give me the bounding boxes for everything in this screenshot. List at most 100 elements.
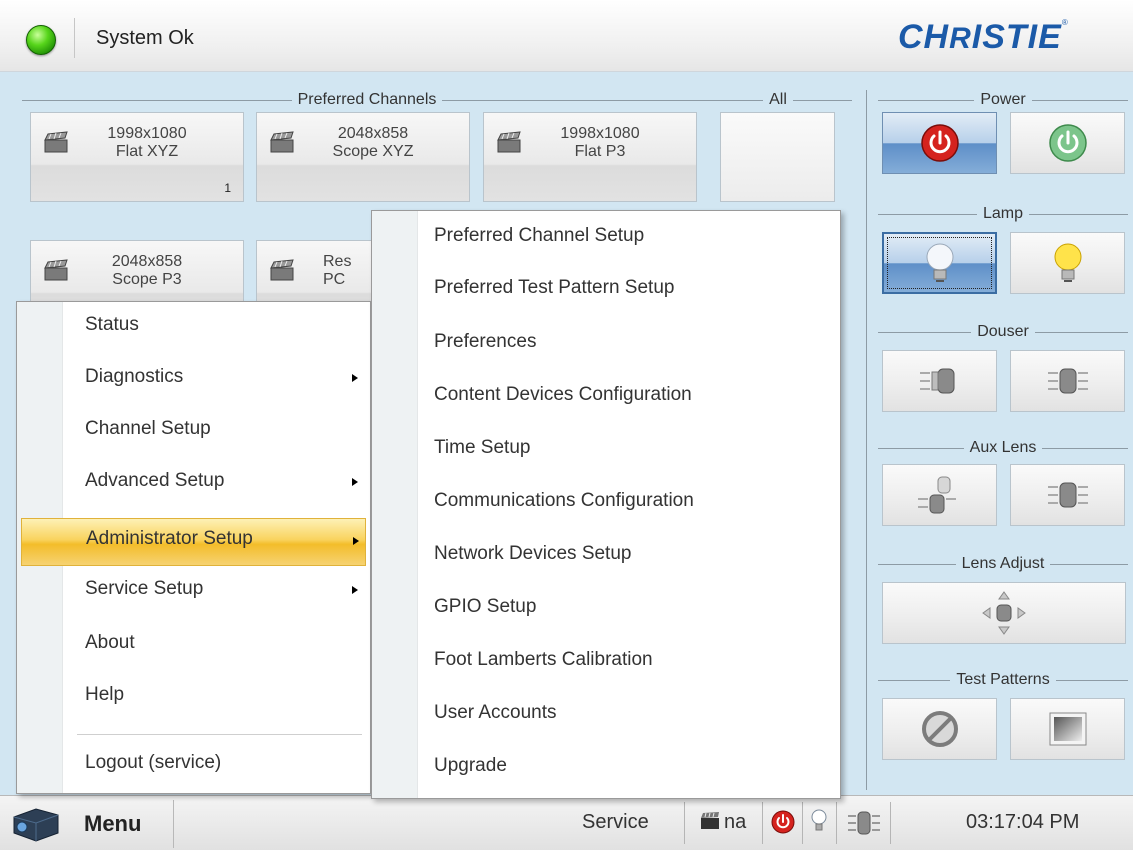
submenu-item-label: Communications Configuration: [434, 490, 694, 511]
menu-item-about[interactable]: About: [21, 620, 366, 668]
menu-label: Menu: [84, 811, 142, 836]
all-channels-tile[interactable]: [720, 112, 835, 202]
clapperboard-icon: [44, 259, 68, 281]
submenu-item-foot-lamberts-calibration[interactable]: Foot Lamberts Calibration: [376, 635, 836, 687]
channel-format: Flat XYZ: [115, 143, 179, 160]
douser-title: Douser: [878, 322, 1128, 342]
menu-item-label: Logout (service): [85, 752, 222, 773]
submenu-item-label: Upgrade: [434, 755, 507, 776]
submenu-item-gpio-setup[interactable]: GPIO Setup: [376, 582, 836, 634]
submenu-item-preferred-test-pattern-setup[interactable]: Preferred Test Pattern Setup: [376, 263, 836, 315]
administrator-setup-submenu: Preferred Channel Setup Preferred Test P…: [371, 210, 841, 799]
menu-item-label: About: [85, 632, 135, 653]
lens-adjust-icon: [982, 591, 1026, 635]
power-title: Power: [878, 90, 1128, 110]
menu-item-channel-setup[interactable]: Channel Setup: [21, 406, 366, 454]
submenu-item-upgrade[interactable]: Upgrade: [376, 741, 836, 793]
submenu-arrow-icon: [352, 374, 358, 382]
submenu-item-time-setup[interactable]: Time Setup: [376, 423, 836, 475]
clapperboard-icon: [270, 259, 294, 281]
test-pattern-off-icon: [921, 711, 958, 747]
menu-item-diagnostics[interactable]: Diagnostics: [21, 354, 366, 402]
menu-button[interactable]: Menu: [2, 800, 174, 848]
green-led-icon: [26, 25, 56, 55]
power-off-button[interactable]: [882, 112, 997, 174]
divider: [836, 802, 837, 844]
channel-tile-1[interactable]: 1998x1080 Flat XYZ 1: [30, 112, 244, 202]
menu-item-label: Service Setup: [85, 578, 204, 599]
submenu-item-network-devices-setup[interactable]: Network Devices Setup: [376, 529, 836, 581]
main-menu: Status Diagnostics Channel Setup Advance…: [16, 301, 371, 794]
divider: [762, 802, 763, 844]
lamp-off-button[interactable]: [882, 232, 997, 294]
menu-item-label: Administrator Setup: [86, 528, 253, 549]
submenu-item-label: GPIO Setup: [434, 596, 537, 617]
menu-item-logout[interactable]: Logout (service): [21, 740, 366, 788]
submenu-item-label: Network Devices Setup: [434, 543, 632, 564]
menu-item-administrator-setup[interactable]: Administrator Setup: [21, 518, 366, 566]
channel-resolution: Res: [323, 253, 352, 270]
all-channels-title: All: [704, 90, 852, 110]
channel-resolution: 1998x1080: [560, 125, 640, 142]
test-pattern-on-icon: [1049, 712, 1086, 746]
clapperboard-icon: [701, 812, 719, 829]
menu-item-status[interactable]: Status: [21, 302, 366, 350]
submenu-item-user-accounts[interactable]: User Accounts: [376, 688, 836, 740]
power-on-button[interactable]: [1010, 112, 1125, 174]
menu-item-help[interactable]: Help: [21, 672, 366, 720]
clapperboard-icon: [270, 131, 294, 153]
menu-item-label: Advanced Setup: [85, 470, 225, 491]
divider: [74, 18, 75, 58]
menu-item-label: Status: [85, 314, 139, 335]
channel-number: 1: [224, 181, 231, 195]
test-pattern-on-button[interactable]: [1010, 698, 1125, 760]
test-pattern-off-button[interactable]: [882, 698, 997, 760]
menu-separator: [77, 734, 362, 735]
projector-icon: [13, 808, 59, 842]
submenu-item-label: User Accounts: [434, 702, 557, 723]
submenu-item-label: Time Setup: [434, 437, 531, 458]
menu-item-label: Channel Setup: [85, 418, 211, 439]
menu-item-advanced-setup[interactable]: Advanced Setup: [21, 458, 366, 506]
divider: [890, 802, 891, 844]
channel-format: PC: [323, 271, 346, 288]
channel-tile-2[interactable]: 2048x858 Scope XYZ: [256, 112, 470, 202]
lamp-on-icon: [1054, 243, 1081, 282]
channel-tile-3[interactable]: 1998x1080 Flat P3: [483, 112, 697, 202]
clapperboard-icon: [44, 131, 68, 153]
channel-format: Scope XYZ: [332, 143, 414, 160]
submenu-item-preferences[interactable]: Preferences: [376, 317, 836, 369]
submenu-item-label: Preferences: [434, 331, 537, 352]
channel-resolution: 2048x858: [337, 125, 409, 142]
lamp-on-button[interactable]: [1010, 232, 1125, 294]
preferred-channels-title: Preferred Channels: [22, 90, 712, 110]
submenu-item-label: Content Devices Configuration: [434, 384, 692, 405]
clock-time: 03:17:04 PM: [966, 811, 1080, 833]
submenu-item-communications-configuration[interactable]: Communications Configuration: [376, 476, 836, 528]
divider: [866, 90, 867, 790]
submenu-arrow-icon: [353, 537, 359, 545]
lamp-title: Lamp: [878, 204, 1128, 224]
aux-lens-out-button[interactable]: [1010, 464, 1125, 526]
submenu-item-preferred-channel-setup[interactable]: Preferred Channel Setup: [376, 211, 836, 263]
menu-item-service-setup[interactable]: Service Setup: [21, 566, 366, 614]
douser-close-button[interactable]: [882, 350, 997, 412]
lamp-status-icon: [811, 809, 827, 831]
power-off-icon: [920, 124, 959, 162]
douser-open-button[interactable]: [1010, 350, 1125, 412]
user-role-text: Service: [582, 811, 649, 833]
channel-resolution: 1998x1080: [107, 125, 187, 142]
channel-format: Scope P3: [112, 271, 182, 288]
submenu-item-content-devices-configuration[interactable]: Content Devices Configuration: [376, 370, 836, 422]
douser-closed-icon: [919, 368, 954, 394]
channel-resolution: 2048x858: [111, 253, 183, 270]
divider: [684, 802, 685, 844]
submenu-item-label: Preferred Test Pattern Setup: [434, 277, 675, 298]
top-bar: System Ok CHRISTIE®: [0, 0, 1133, 72]
lens-adjust-button[interactable]: [882, 582, 1126, 644]
christie-logo: CHRISTIE®: [898, 18, 1069, 56]
submenu-arrow-icon: [352, 586, 358, 594]
aux-lens-title: Aux Lens: [878, 438, 1128, 458]
aux-lens-in-button[interactable]: [882, 464, 997, 526]
submenu-item-label: Foot Lamberts Calibration: [434, 649, 653, 670]
